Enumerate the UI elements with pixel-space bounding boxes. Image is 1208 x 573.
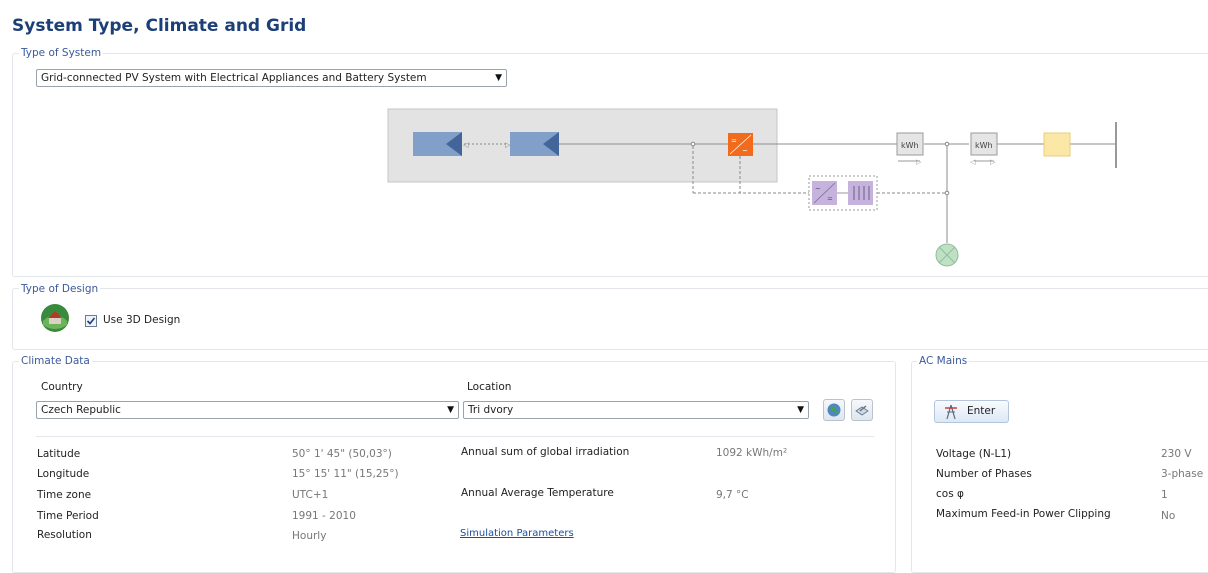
- system-type-select-value: Grid-connected PV System with Electrical…: [41, 72, 427, 84]
- meter-1-label: kWh: [901, 141, 919, 150]
- svg-text:=: =: [731, 137, 737, 145]
- climate-data-label: Climate Data: [19, 355, 92, 367]
- enter-button-label: Enter: [967, 405, 996, 417]
- battery[interactable]: [848, 181, 873, 205]
- voltage-value: 230 V: [1161, 448, 1192, 460]
- irradiation-value: 1092 kWh/m²: [716, 447, 788, 459]
- globe-icon: [827, 403, 841, 417]
- transmission-tower-icon: [945, 404, 957, 420]
- latitude-value: 50° 1' 45" (50,03°): [292, 448, 392, 460]
- chevron-down-icon: ▼: [797, 405, 804, 415]
- ac-mains-enter-button[interactable]: Enter: [934, 400, 1009, 423]
- climate-globe-button[interactable]: [823, 399, 845, 421]
- voltage-label: Voltage (N-L1): [936, 448, 1012, 460]
- use-3d-design-label: Use 3D Design: [103, 314, 181, 326]
- chevron-down-icon: ▼: [495, 73, 502, 83]
- time-period-value: 1991 - 2010: [292, 510, 356, 522]
- feed-in-clipping-value: No: [1161, 510, 1176, 522]
- resolution-label: Resolution: [37, 529, 92, 541]
- svg-text:~: ~: [815, 185, 821, 193]
- location-select[interactable]: Tri dvory ▼: [463, 401, 809, 419]
- use-3d-design-checkbox[interactable]: [85, 315, 97, 327]
- svg-text:◁: ◁: [463, 141, 469, 149]
- phases-value: 3-phase: [1161, 468, 1204, 480]
- page-title: System Type, Climate and Grid: [12, 16, 307, 36]
- cos-phi-value: 1: [1161, 489, 1168, 501]
- resolution-value: Hourly: [292, 530, 327, 542]
- battery-inverter[interactable]: ~ =: [812, 181, 837, 205]
- climate-divider: [36, 436, 874, 437]
- climate-data-group: [12, 361, 896, 573]
- climate-data-import-button[interactable]: [851, 399, 873, 421]
- time-zone-label: Time zone: [37, 489, 92, 501]
- svg-text:▷: ▷: [916, 158, 922, 166]
- location-select-value: Tri dvory: [468, 404, 514, 416]
- latitude-label: Latitude: [37, 448, 81, 460]
- phases-label: Number of Phases: [936, 468, 1032, 480]
- chevron-down-icon: ▼: [447, 405, 454, 415]
- ac-mains-group: [911, 361, 1208, 573]
- 3d-design-icon: [41, 304, 69, 332]
- pv-module-2[interactable]: [510, 132, 559, 156]
- cos-phi-label: cos φ: [936, 488, 964, 500]
- longitude-value: 15° 15' 11" (15,25°): [292, 468, 399, 480]
- system-type-select[interactable]: Grid-connected PV System with Electrical…: [36, 69, 507, 87]
- svg-text:=: =: [827, 195, 833, 203]
- system-diagram: ◁ ▷ = ~ ~ = kWh ▷ kWh ◁ ▷: [387, 108, 1117, 267]
- checkmark-icon: [86, 317, 96, 325]
- svg-text:◁: ◁: [970, 158, 976, 166]
- type-of-system-label: Type of System: [19, 47, 104, 59]
- country-select-value: Czech Republic: [41, 404, 121, 416]
- consumption-meter[interactable]: kWh ◁ ▷: [970, 132, 998, 166]
- country-select[interactable]: Czech Republic ▼: [36, 401, 459, 419]
- type-of-design-group: [12, 288, 1208, 350]
- type-of-design-label: Type of Design: [19, 283, 101, 295]
- location-label: Location: [467, 381, 512, 393]
- inverter[interactable]: = ~: [728, 133, 753, 156]
- feed-in-meter[interactable]: kWh ▷: [896, 132, 924, 166]
- time-period-label: Time Period: [37, 510, 99, 522]
- temperature-value: 9,7 °C: [716, 489, 749, 501]
- meter-2-label: kWh: [975, 141, 993, 150]
- simulation-parameters-link[interactable]: Simulation Parameters: [460, 528, 574, 539]
- ac-mains-label: AC Mains: [917, 355, 970, 367]
- svg-text:~: ~: [742, 147, 748, 155]
- feed-in-clipping-label: Maximum Feed-in Power Clipping: [936, 508, 1111, 520]
- longitude-label: Longitude: [37, 468, 90, 480]
- electrical-appliance[interactable]: [1043, 132, 1071, 157]
- pv-module-1[interactable]: [413, 132, 462, 156]
- map-pen-icon: [855, 405, 869, 416]
- time-zone-value: UTC+1: [292, 489, 329, 501]
- svg-text:▷: ▷: [990, 158, 996, 166]
- irradiation-label: Annual sum of global irradiation: [461, 446, 630, 458]
- temperature-label: Annual Average Temperature: [461, 487, 614, 499]
- country-label: Country: [41, 381, 83, 393]
- grid-connection-icon[interactable]: [935, 243, 959, 267]
